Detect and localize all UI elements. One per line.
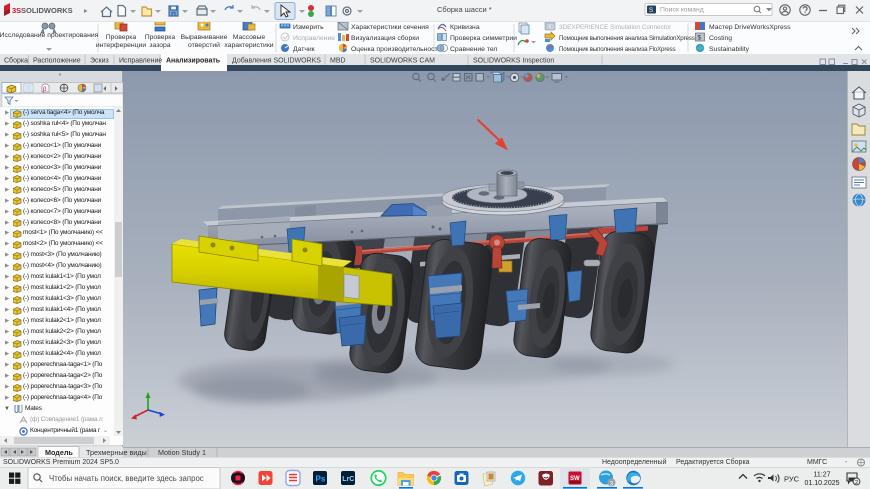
svg-text:Добавления SOLIDWORKS: Добавления SOLIDWORKS [232, 57, 321, 65]
svg-text:01.10.2025: 01.10.2025 [804, 480, 839, 487]
svg-text:Проверка: Проверка [145, 34, 176, 41]
svg-text:Сравнение тел: Сравнение тел [450, 46, 497, 53]
svg-text:11:27: 11:27 [814, 472, 831, 479]
svg-text:Исправление: Исправление [293, 35, 335, 42]
svg-text:Sustainability: Sustainability [709, 46, 750, 53]
svg-text:Ps: Ps [316, 475, 326, 484]
svg-text:Выравнивание: Выравнивание [181, 34, 228, 41]
svg-text:Motion Study 1: Motion Study 1 [158, 448, 206, 457]
svg-text:Датчик: Датчик [293, 46, 315, 53]
svg-text:Трехмерные виды: Трехмерные виды [86, 448, 147, 457]
svg-text:Мастер DriveWorksXpress: Мастер DriveWorksXpress [709, 24, 791, 31]
svg-text:Эскиз: Эскиз [90, 58, 109, 65]
svg-text:Расположение: Расположение [33, 58, 81, 65]
svg-text:интерференции: интерференции [96, 42, 147, 49]
svg-text:характеристики: характеристики [224, 42, 273, 49]
svg-text:Сборка: Сборка [4, 57, 28, 65]
svg-text:Оценка производительности: Оценка производительности [351, 46, 442, 53]
svg-text:MBD: MBD [330, 58, 346, 65]
svg-text:Модель: Модель [45, 448, 73, 457]
svg-text:Чтобы начать поиск, введите зд: Чтобы начать поиск, введите здесь запрос [49, 474, 204, 483]
svg-text:Помощник выполнения анализа Fl: Помощник выполнения анализа FloXpress [559, 46, 675, 53]
svg-text:Помощник выполнения анализа Si: Помощник выполнения анализа SimulationXp… [559, 35, 695, 42]
svg-text:Сборка шасси *: Сборка шасси * [437, 5, 492, 14]
svg-text:Массовые: Массовые [233, 34, 266, 41]
svg-text:2: 2 [855, 480, 858, 486]
svg-text:SOLIDWORKS Inspection: SOLIDWORKS Inspection [473, 58, 554, 65]
svg-text:Проверка симметрии: Проверка симметрии [450, 35, 517, 42]
svg-text:Характеристики сечения: Характеристики сечения [351, 24, 429, 31]
svg-text:Анализировать: Анализировать [166, 58, 221, 65]
svg-text:Поиск команд: Поиск команд [660, 7, 704, 14]
svg-text:LrC: LrC [342, 476, 354, 483]
svg-text:S: S [649, 8, 653, 14]
svg-text:3DEXPERIENCE Simulation Connec: 3DEXPERIENCE Simulation Connector [559, 24, 672, 31]
svg-text:SOLIDWORKS CAM: SOLIDWORKS CAM [370, 58, 435, 65]
svg-text:зазора: зазора [149, 42, 170, 49]
svg-text:Измерить: Измерить [293, 24, 324, 31]
svg-text:3S: 3S [12, 6, 21, 15]
svg-text:отверстий: отверстий [188, 41, 220, 49]
svg-text:Визуализация сборки: Визуализация сборки [351, 34, 419, 42]
svg-text:Кривизна: Кривизна [450, 24, 480, 31]
svg-text:SOLIDWORKS: SOLIDWORKS [21, 6, 73, 15]
svg-text:β: β [43, 87, 47, 93]
svg-text:РУС: РУС [784, 475, 800, 484]
svg-text:Проверка: Проверка [106, 34, 137, 41]
svg-text:Исправление: Исправление [119, 58, 162, 65]
svg-text:Costing: Costing [709, 35, 732, 42]
svg-text:Исследование проектирования: Исследование проектирования [0, 32, 99, 39]
svg-text:3D: 3D [547, 25, 554, 31]
